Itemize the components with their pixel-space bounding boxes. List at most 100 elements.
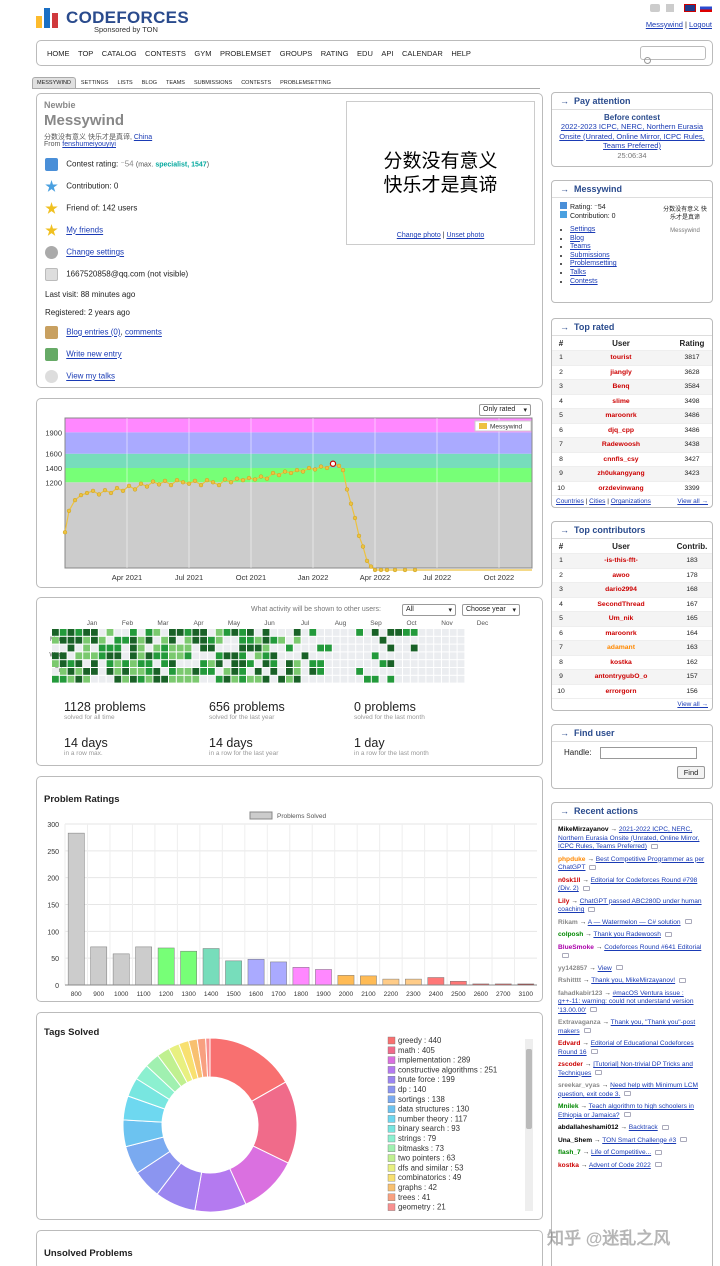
activity-cell[interactable] — [153, 629, 161, 636]
activity-cell[interactable] — [356, 644, 363, 652]
contest-link[interactable]: 2022-2023 ICPC, NERC, Northern Eurasia O… — [556, 122, 708, 151]
activity-cell[interactable] — [130, 668, 137, 675]
activity-cell[interactable] — [457, 636, 465, 644]
table-user-link[interactable]: errorgorn — [570, 684, 672, 699]
activity-cell[interactable] — [153, 675, 161, 683]
activity-cell[interactable] — [200, 660, 207, 667]
activity-cell[interactable] — [83, 644, 90, 652]
activity-cell[interactable] — [270, 652, 278, 660]
activity-cell[interactable] — [239, 629, 246, 636]
activity-cell[interactable] — [247, 668, 254, 675]
activity-cell[interactable] — [169, 629, 176, 636]
activity-cell[interactable] — [106, 668, 114, 675]
activity-cell[interactable] — [247, 636, 254, 644]
activity-cell[interactable] — [418, 644, 426, 652]
activity-cell[interactable] — [169, 652, 176, 660]
activity-cell[interactable] — [145, 652, 153, 660]
recent-user-link[interactable]: sreekar_vyas — [558, 1082, 600, 1089]
nav-gym[interactable]: GYM — [194, 49, 211, 58]
bar[interactable] — [270, 961, 287, 986]
activity-cell[interactable] — [309, 668, 317, 675]
activity-cell[interactable] — [176, 660, 184, 667]
activity-cell[interactable] — [449, 675, 457, 683]
user-link-submissions[interactable]: Submissions — [570, 252, 704, 261]
activity-cell[interactable] — [106, 675, 114, 683]
organizations-link[interactable]: Organizations — [611, 498, 651, 505]
activity-cell[interactable] — [426, 675, 434, 683]
activity-cell[interactable] — [208, 652, 215, 660]
activity-cell[interactable] — [98, 629, 106, 636]
activity-cell[interactable] — [114, 636, 122, 644]
bar[interactable] — [157, 947, 175, 986]
activity-cell[interactable] — [161, 660, 168, 667]
activity-cell[interactable] — [356, 652, 363, 660]
activity-cell[interactable] — [239, 636, 246, 644]
activity-cell[interactable] — [364, 629, 371, 636]
activity-cell[interactable] — [52, 675, 59, 683]
activity-cell[interactable] — [67, 668, 75, 675]
recent-user-link[interactable]: colposh — [558, 931, 583, 938]
activity-cell[interactable] — [52, 644, 59, 652]
table-user-link[interactable]: zh0ukangyang — [570, 466, 672, 482]
user-link-text[interactable]: Contests — [570, 278, 598, 285]
activity-cell[interactable] — [239, 675, 246, 683]
activity-cell[interactable] — [410, 675, 418, 683]
activity-cell[interactable] — [371, 660, 379, 667]
recent-user-link[interactable]: Extravaganza — [558, 1019, 601, 1026]
activity-cell[interactable] — [75, 636, 83, 644]
activity-cell[interactable] — [340, 652, 348, 660]
activity-cell[interactable] — [247, 675, 254, 683]
activity-cell[interactable] — [59, 629, 67, 636]
rating-point[interactable] — [216, 482, 222, 488]
activity-cell[interactable] — [442, 668, 449, 675]
activity-cell[interactable] — [59, 652, 67, 660]
table-user-link[interactable]: orzdevinwang — [570, 481, 672, 496]
rating-point[interactable] — [156, 482, 162, 487]
activity-cell[interactable] — [52, 668, 59, 675]
activity-cell[interactable] — [332, 636, 340, 644]
table-user-link[interactable]: kostka — [570, 655, 672, 670]
activity-cell[interactable] — [247, 652, 254, 660]
activity-cell[interactable] — [75, 652, 83, 660]
activity-cell[interactable] — [309, 660, 317, 667]
activity-cell[interactable] — [176, 675, 184, 683]
recent-post-link[interactable]: A — Watermelon — C# solution — [588, 919, 681, 926]
rating-point[interactable] — [336, 463, 342, 469]
activity-cell[interactable] — [161, 668, 168, 675]
activity-cell[interactable] — [395, 660, 402, 667]
activity-cell[interactable] — [98, 636, 106, 644]
recent-post-link[interactable]: Codeforces Round #641 Editorial — [604, 944, 701, 951]
activity-cell[interactable] — [52, 652, 59, 660]
nav-problemset[interactable]: PROBLEMSET — [220, 49, 271, 58]
search-input[interactable] — [640, 46, 706, 64]
activity-cell[interactable] — [145, 675, 153, 683]
activity-cell[interactable] — [449, 629, 457, 636]
recent-user-link[interactable]: Edvard — [558, 1040, 580, 1047]
activity-cell[interactable] — [208, 675, 215, 683]
table-user-link[interactable]: Benq — [570, 379, 672, 395]
activity-cell[interactable] — [457, 668, 465, 675]
activity-cell[interactable] — [83, 660, 90, 667]
activity-cell[interactable] — [387, 629, 395, 636]
activity-cell[interactable] — [379, 636, 387, 644]
russian-flag-icon[interactable] — [700, 4, 712, 12]
activity-cell[interactable] — [231, 660, 239, 667]
activity-cell[interactable] — [98, 644, 106, 652]
activity-cell[interactable] — [410, 660, 418, 667]
rating-point[interactable] — [66, 508, 72, 514]
activity-cell[interactable] — [208, 636, 215, 644]
activity-cell[interactable] — [247, 629, 254, 636]
activity-cell[interactable] — [223, 660, 231, 667]
rating-point[interactable] — [138, 481, 144, 486]
rating-point[interactable] — [228, 480, 234, 485]
activity-cell[interactable] — [145, 660, 153, 667]
activity-cell[interactable] — [208, 660, 215, 667]
rating-point[interactable] — [102, 487, 108, 493]
top-contrib-view-all[interactable]: View all → — [677, 701, 708, 708]
change-photo-link[interactable]: Change photo — [397, 232, 441, 239]
activity-cell[interactable] — [317, 629, 324, 636]
activity-cell[interactable] — [387, 636, 395, 644]
activity-cell[interactable] — [223, 668, 231, 675]
activity-cell[interactable] — [59, 668, 67, 675]
activity-cell[interactable] — [239, 668, 246, 675]
